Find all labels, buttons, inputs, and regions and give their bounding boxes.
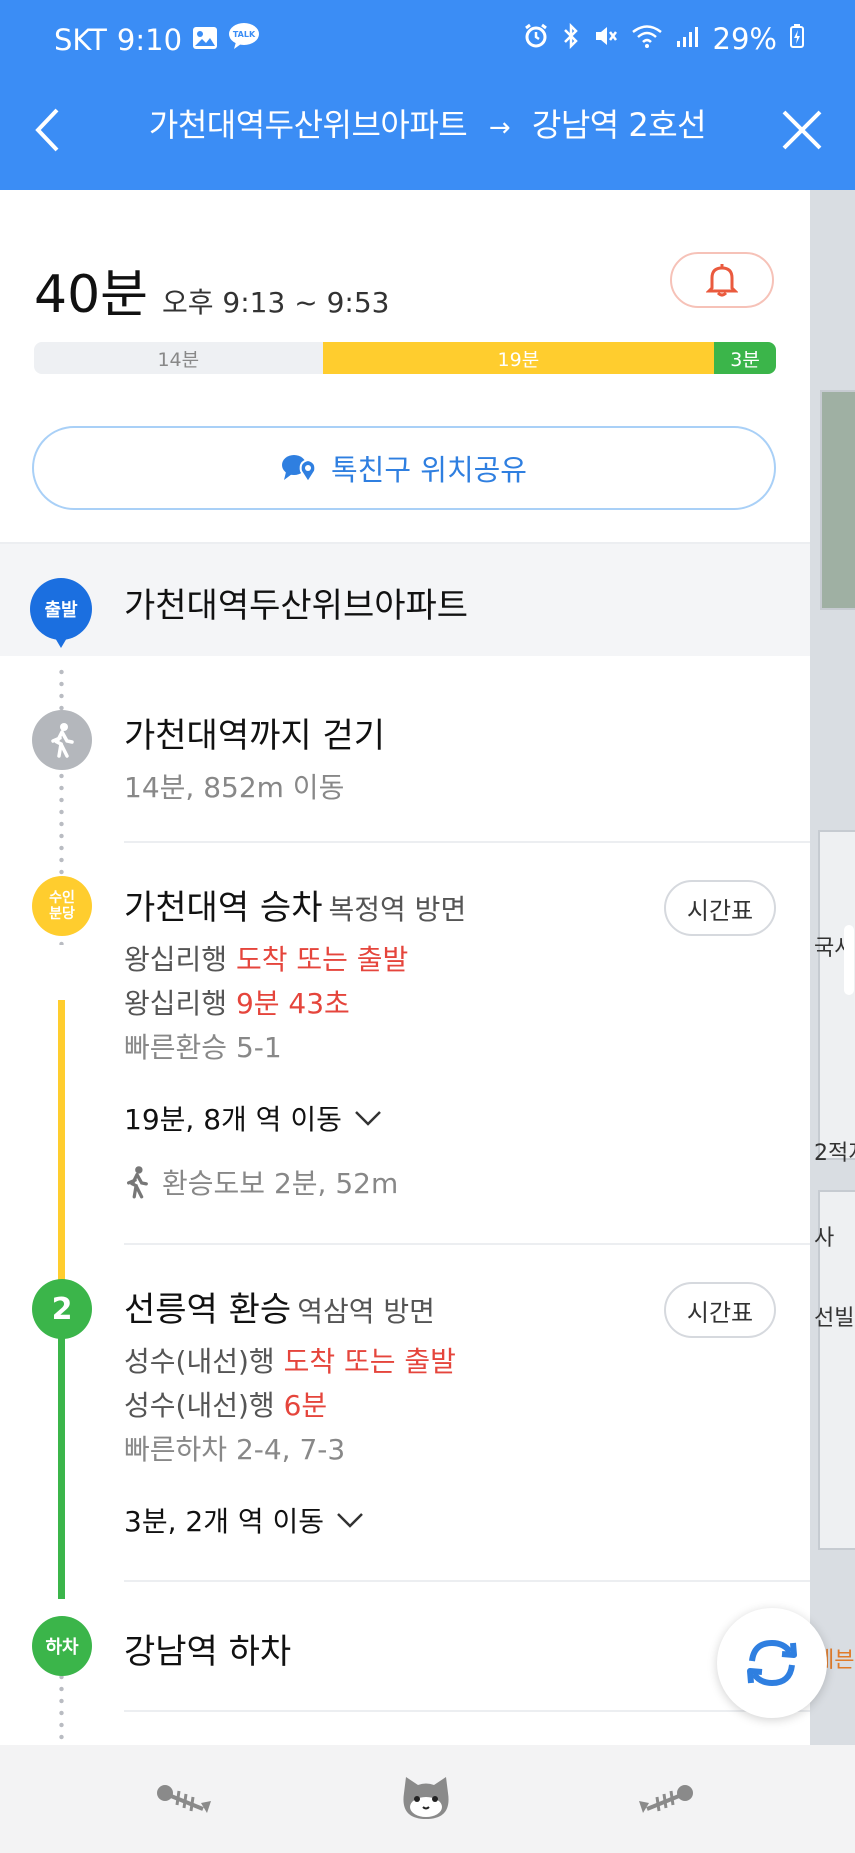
train-destination: 왕십리행 bbox=[124, 943, 228, 976]
transfer-direction: 역삼역 방면 bbox=[297, 1295, 435, 1328]
map-view[interactable]: 국사 2적지 사 선빌 세븐 bbox=[810, 190, 855, 1745]
train-destination: 성수(내선)행 bbox=[124, 1389, 275, 1422]
alarm-button[interactable] bbox=[670, 252, 774, 308]
line2-badge: 2 bbox=[32, 1279, 92, 1339]
badge-line: 수인 bbox=[49, 890, 75, 906]
transfer-walk-text: 환승도보 2분, 52m bbox=[162, 1167, 399, 1200]
transfer-title: 선릉역 환승 역삼역 방면 bbox=[124, 1282, 435, 1331]
share-label: 톡친구 위치공유 bbox=[331, 453, 527, 487]
route-origin: 가천대역두산위브아파트 bbox=[148, 106, 468, 144]
top-bar: SKT 9:10 TALK 29% 가천대역두산위브아파트 → 강남역 2호선 bbox=[0, 0, 855, 190]
board-direction: 복정역 방면 bbox=[328, 893, 467, 926]
status-bar: SKT 9:10 TALK 29% bbox=[0, 22, 855, 62]
close-button[interactable] bbox=[772, 100, 832, 160]
route-destination: 강남역 2호선 bbox=[531, 106, 707, 144]
mute-icon bbox=[593, 22, 619, 56]
time-segment: 14분 bbox=[34, 342, 323, 374]
clock-text: 9:10 bbox=[116, 22, 183, 57]
bottom-nav bbox=[0, 1745, 855, 1853]
refresh-icon bbox=[747, 1639, 797, 1687]
time-segments-bar: 14분 19분 3분 bbox=[34, 342, 776, 374]
train-status: 도착 또는 출발 bbox=[283, 1345, 456, 1378]
time-range: 오후 9:13 ~ 9:53 bbox=[162, 286, 390, 319]
alarm-icon bbox=[523, 22, 549, 56]
line2-line bbox=[58, 1335, 65, 1599]
map-label: 2적지 bbox=[814, 1141, 855, 1166]
wifi-icon bbox=[631, 22, 663, 56]
walk-connector bbox=[59, 666, 64, 710]
signal-icon bbox=[675, 22, 701, 56]
map-label: 사 bbox=[814, 1226, 835, 1251]
fast-exit: 빠른하차 2-4, 7-3 bbox=[124, 1433, 346, 1466]
fast-transfer: 빠른환승 5-1 bbox=[124, 1031, 282, 1064]
transfer-station: 선릉역 환승 bbox=[124, 1290, 292, 1330]
transfer-walk: 환승도보 2분, 52m bbox=[124, 1162, 398, 1202]
route-title: 가천대역두산위브아파트 → 강남역 2호선 bbox=[0, 100, 855, 146]
refresh-button[interactable] bbox=[717, 1608, 827, 1718]
train-status: 도착 또는 출발 bbox=[235, 943, 409, 976]
stations-expand[interactable]: 3분, 2개 역 이동 bbox=[124, 1500, 364, 1540]
start-row[interactable]: 가천대역두산위브아파트 bbox=[0, 544, 810, 656]
fish-bone-icon bbox=[639, 1785, 693, 1813]
alight-badge: 하차 bbox=[32, 1616, 92, 1676]
map-scroll-handle[interactable] bbox=[844, 925, 854, 995]
app-screen: SKT 9:10 TALK 29% 가천대역두산위브아파트 → 강남역 2호선 … bbox=[0, 0, 855, 1853]
chat-location-icon bbox=[282, 455, 317, 484]
nav-right-button[interactable] bbox=[625, 1767, 705, 1831]
bell-icon bbox=[706, 264, 738, 297]
battery-text: 29% bbox=[712, 22, 777, 56]
alight-title: 강남역 하차 bbox=[124, 1632, 292, 1672]
board-title: 가천대역 승차 복정역 방면 bbox=[124, 880, 466, 929]
talk-icon: TALK bbox=[228, 22, 260, 57]
fish-bone-icon bbox=[157, 1785, 211, 1813]
close-icon bbox=[782, 110, 822, 150]
total-time: 40분 bbox=[34, 265, 149, 325]
train-status: 6분 bbox=[283, 1389, 328, 1422]
time-segment: 3분 bbox=[714, 342, 776, 374]
map-label: 선빌 bbox=[814, 1306, 855, 1331]
suin-bundang-line bbox=[58, 1000, 65, 1290]
train-destination: 왕십리행 bbox=[124, 987, 228, 1020]
carrier-text: SKT bbox=[54, 22, 107, 57]
route-arrow: → bbox=[488, 113, 511, 143]
train-arrival: 왕십리행 도착 또는 출발 bbox=[124, 938, 408, 978]
chevron-down-icon bbox=[354, 1111, 381, 1126]
nav-cat-button[interactable] bbox=[386, 1767, 466, 1831]
walk-title: 가천대역까지 걷기 bbox=[124, 716, 386, 756]
start-name: 가천대역두산위브아파트 bbox=[124, 586, 469, 626]
move-summary: 19분, 8개 역 이동 bbox=[124, 1103, 342, 1136]
badge-line: 분당 bbox=[49, 906, 75, 922]
svg-text:TALK: TALK bbox=[233, 30, 256, 39]
timetable-button[interactable]: 시간표 bbox=[664, 880, 776, 936]
train-arrival: 왕십리행 9분 43초 bbox=[124, 982, 350, 1022]
train-arrival: 성수(내선)행 6분 bbox=[124, 1384, 327, 1424]
train-arrival: 성수(내선)행 도착 또는 출발 bbox=[124, 1340, 456, 1380]
walk-detail: 14분, 852m 이동 bbox=[124, 771, 345, 804]
battery-charging-icon bbox=[789, 22, 805, 56]
train-status: 9분 43초 bbox=[235, 987, 350, 1020]
board-station: 가천대역 승차 bbox=[124, 888, 323, 928]
share-location-button[interactable]: 톡친구 위치공유 bbox=[32, 426, 776, 510]
suin-bundang-badge: 수인 분당 bbox=[32, 876, 92, 936]
route-detail-panel: 40분 오후 9:13 ~ 9:53 14분 19분 3분 톡친구 위치공유 가천대… bbox=[0, 190, 810, 1745]
nav-left-button[interactable] bbox=[145, 1767, 225, 1831]
move-summary: 3분, 2개 역 이동 bbox=[124, 1505, 325, 1538]
trip-summary: 40분 오후 9:13 ~ 9:53 bbox=[34, 252, 389, 327]
stations-expand[interactable]: 19분, 8개 역 이동 bbox=[124, 1098, 382, 1138]
timetable-button[interactable]: 시간표 bbox=[664, 1282, 776, 1338]
walking-person-icon bbox=[127, 1166, 148, 1199]
time-segment: 19분 bbox=[322, 342, 715, 374]
cat-face-icon bbox=[403, 1777, 449, 1819]
bluetooth-icon bbox=[561, 22, 581, 56]
walking-person-icon bbox=[51, 723, 74, 758]
start-pin: 출발 bbox=[30, 578, 92, 658]
train-destination: 성수(내선)행 bbox=[124, 1345, 275, 1378]
gallery-icon bbox=[192, 23, 218, 57]
walk-node bbox=[32, 710, 92, 770]
chevron-down-icon bbox=[337, 1513, 363, 1528]
